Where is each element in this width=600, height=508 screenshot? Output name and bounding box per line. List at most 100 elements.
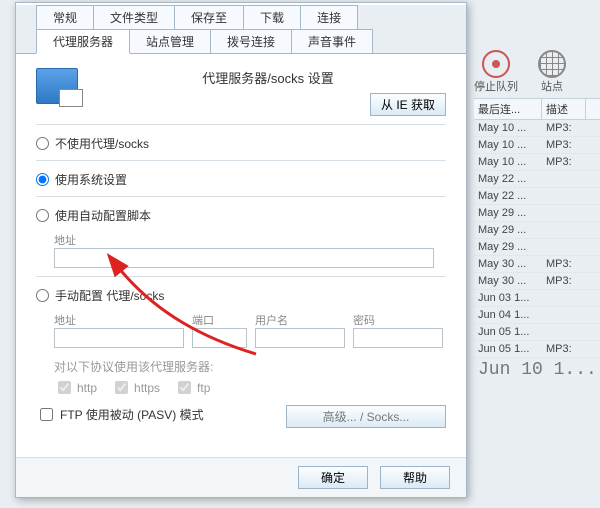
- radio-no-proxy-label: 不使用代理/socks: [55, 135, 149, 152]
- list-row[interactable]: May 10 ...MP3:: [474, 120, 600, 137]
- list-row[interactable]: Jun 05 1...MP3:: [474, 341, 600, 358]
- list-row[interactable]: May 29 ...: [474, 239, 600, 256]
- tab-connection[interactable]: 连接: [300, 5, 358, 29]
- chk-ftp-pasv-label: FTP 使用被动 (PASV) 模式: [60, 406, 204, 423]
- tab-general[interactable]: 常规: [36, 5, 94, 29]
- manual-username-input[interactable]: [255, 328, 345, 348]
- tab-row-2: 代理服务器 站点管理 拨号连接 声音事件: [16, 29, 466, 54]
- get-from-ie-button[interactable]: 从 IE 获取: [370, 93, 446, 116]
- list-row[interactable]: Jun 03 1...: [474, 290, 600, 307]
- site-icon[interactable]: [538, 50, 566, 78]
- tab-filetypes[interactable]: 文件类型: [93, 5, 175, 29]
- cell-date: May 30 ...: [474, 258, 542, 270]
- list-row[interactable]: May 22 ...: [474, 171, 600, 188]
- list-row[interactable]: May 30 ...MP3:: [474, 273, 600, 290]
- ok-button[interactable]: 确定: [298, 466, 368, 489]
- cell-date: May 10 ...: [474, 139, 542, 151]
- tab-row-1: 常规 文件类型 保存至 下载 连接: [16, 5, 466, 29]
- cell-date: May 29 ...: [474, 241, 542, 253]
- manual-port-input[interactable]: [192, 328, 247, 348]
- auto-address-label: 地址: [54, 232, 446, 248]
- chk-https-label: https: [134, 381, 160, 395]
- cell-desc: [542, 224, 586, 236]
- stop-queue-label: 停止队列: [474, 78, 518, 94]
- right-panel: 停止队列 站点 最后连... 描述 May 10 ...MP3:May 10 .…: [474, 50, 600, 382]
- barcode-row: Jun 10 1...: [474, 358, 600, 382]
- cell-date: May 10 ...: [474, 156, 542, 168]
- cell-date: Jun 05 1...: [474, 343, 542, 355]
- chk-http-label: http: [77, 381, 97, 395]
- connection-list: May 10 ...MP3:May 10 ...MP3:May 10 ...MP…: [474, 120, 600, 358]
- list-row[interactable]: May 29 ...: [474, 205, 600, 222]
- cell-date: May 22 ...: [474, 173, 542, 185]
- list-row[interactable]: May 30 ...MP3:: [474, 256, 600, 273]
- chk-http[interactable]: [58, 381, 71, 394]
- separator: [36, 124, 446, 125]
- protocols-hint: 对以下协议使用该代理服务器:: [54, 360, 213, 374]
- cell-desc: MP3:: [542, 139, 586, 151]
- stop-queue-icon[interactable]: [482, 50, 510, 78]
- manual-address-label: 地址: [54, 312, 184, 328]
- cell-date: May 29 ...: [474, 224, 542, 236]
- cell-date: May 29 ...: [474, 207, 542, 219]
- settings-dialog: 常规 文件类型 保存至 下载 连接 代理服务器 站点管理 拨号连接 声音事件 代…: [15, 2, 467, 498]
- radio-system-settings[interactable]: [36, 173, 49, 186]
- proxy-icon: [36, 68, 78, 104]
- chk-ftp-label: ftp: [197, 381, 210, 395]
- hdr-lastconnect[interactable]: 最后连...: [474, 99, 542, 119]
- cell-desc: [542, 190, 586, 202]
- manual-address-input[interactable]: [54, 328, 184, 348]
- auto-address-input[interactable]: [54, 248, 434, 268]
- tab-sound[interactable]: 声音事件: [291, 29, 373, 54]
- cell-date: May 30 ...: [474, 275, 542, 287]
- radio-manual-label: 手动配置 代理/socks: [55, 287, 164, 304]
- help-button[interactable]: 帮助: [380, 466, 450, 489]
- chk-https[interactable]: [115, 381, 128, 394]
- cell-date: May 22 ...: [474, 190, 542, 202]
- manual-username-label: 用户名: [255, 312, 345, 328]
- cell-desc: [542, 326, 586, 338]
- radio-auto-script[interactable]: [36, 209, 49, 222]
- radio-manual[interactable]: [36, 289, 49, 302]
- panel-title: 代理服务器/socks 设置: [202, 68, 333, 87]
- cell-date: Jun 03 1...: [474, 292, 542, 304]
- tab-proxy[interactable]: 代理服务器: [36, 29, 130, 54]
- tab-sitemanager[interactable]: 站点管理: [129, 29, 211, 54]
- list-row[interactable]: Jun 04 1...: [474, 307, 600, 324]
- list-row[interactable]: Jun 05 1...: [474, 324, 600, 341]
- cell-desc: MP3:: [542, 258, 586, 270]
- cell-desc: [542, 309, 586, 321]
- cell-desc: MP3:: [542, 343, 586, 355]
- list-row[interactable]: May 29 ...: [474, 222, 600, 239]
- site-label: 站点: [541, 78, 563, 94]
- cell-desc: MP3:: [542, 275, 586, 287]
- cell-desc: MP3:: [542, 156, 586, 168]
- cell-desc: MP3:: [542, 122, 586, 134]
- manual-password-label: 密码: [353, 312, 443, 328]
- cell-desc: [542, 292, 586, 304]
- cell-desc: [542, 241, 586, 253]
- dialog-footer: 确定 帮助: [16, 457, 466, 497]
- radio-no-proxy[interactable]: [36, 137, 49, 150]
- hdr-desc[interactable]: 描述: [542, 99, 586, 119]
- chk-ftp[interactable]: [178, 381, 191, 394]
- radio-auto-script-label: 使用自动配置脚本: [55, 207, 151, 224]
- cell-date: Jun 04 1...: [474, 309, 542, 321]
- cell-desc: [542, 207, 586, 219]
- radio-system-settings-label: 使用系统设置: [55, 171, 127, 188]
- advanced-socks-button[interactable]: 高级... / Socks...: [286, 405, 446, 428]
- list-row[interactable]: May 10 ...MP3:: [474, 137, 600, 154]
- manual-password-input[interactable]: [353, 328, 443, 348]
- cell-desc: [542, 173, 586, 185]
- proxy-panel: 代理服务器/socks 设置 从 IE 获取 不使用代理/socks 使用系统设…: [16, 53, 466, 468]
- manual-port-label: 端口: [192, 312, 247, 328]
- list-row[interactable]: May 22 ...: [474, 188, 600, 205]
- tab-dialup[interactable]: 拨号连接: [210, 29, 292, 54]
- chk-ftp-pasv[interactable]: [40, 408, 53, 421]
- cell-date: Jun 05 1...: [474, 326, 542, 338]
- tab-saveto[interactable]: 保存至: [174, 5, 244, 29]
- list-row[interactable]: May 10 ...MP3:: [474, 154, 600, 171]
- tab-download[interactable]: 下载: [243, 5, 301, 29]
- cell-date: May 10 ...: [474, 122, 542, 134]
- list-header: 最后连... 描述: [474, 98, 600, 120]
